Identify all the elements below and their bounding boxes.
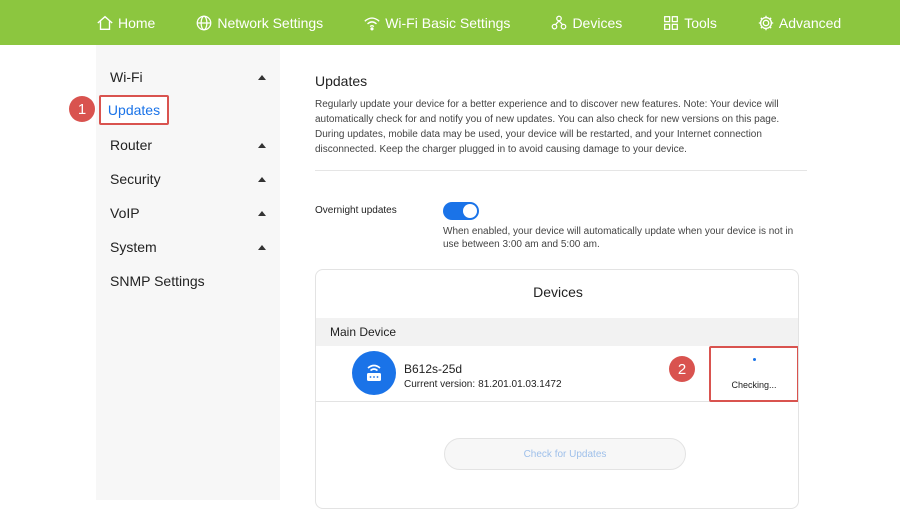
tools-icon <box>664 15 679 30</box>
update-status-text: Checking... <box>731 380 777 390</box>
gear-icon <box>758 15 774 30</box>
toggle-knob <box>463 204 477 218</box>
sidebar-item-system-label: System <box>110 239 157 255</box>
annotation-badge-1: 1 <box>69 96 95 122</box>
device-row: B612s-25d Current version: 81.201.01.03.1… <box>316 346 798 402</box>
device-version-label: Current version: <box>404 379 476 390</box>
nav-tools[interactable]: Tools <box>662 0 717 45</box>
check-for-updates-button[interactable]: Check for Updates <box>444 438 686 470</box>
sidebar-item-snmp-settings-label: SNMP Settings <box>110 273 205 289</box>
device-name: B612s-25d <box>404 362 463 376</box>
sidebar-item-router-label: Router <box>110 137 153 153</box>
sidebar-item-wifi[interactable]: Wi-Fi <box>110 64 272 90</box>
nav-home-label: Home <box>118 14 156 31</box>
main-device-header: Main Device <box>316 318 798 346</box>
home-icon <box>97 15 113 30</box>
nav-wifi-basic-settings[interactable]: Wi-Fi Basic Settings <box>363 0 510 45</box>
nav-advanced-label: Advanced <box>778 14 842 31</box>
sidebar-item-system[interactable]: System <box>110 234 272 260</box>
nav-home[interactable]: Home <box>96 0 155 45</box>
loading-spinner-icon <box>753 358 756 361</box>
globe-icon <box>196 15 212 30</box>
update-status: Checking... <box>709 346 798 402</box>
chevron-up-icon <box>258 244 266 250</box>
chevron-up-icon <box>258 176 266 182</box>
sidebar-item-voip-label: VoIP <box>110 205 140 221</box>
sidebar-item-security-label: Security <box>110 171 161 187</box>
sidebar-item-router[interactable]: Router <box>110 132 272 158</box>
nav-wifi-basic-settings-label: Wi-Fi Basic Settings <box>385 14 511 31</box>
overnight-updates-description: When enabled, your device will automatic… <box>443 226 794 250</box>
nav-network-settings-label: Network Settings <box>217 14 324 31</box>
devices-icon <box>552 15 567 29</box>
sidebar-item-voip[interactable]: VoIP <box>110 200 272 226</box>
updates-description: Regularly update your device for a bette… <box>315 99 780 155</box>
page-title: Updates <box>315 73 368 89</box>
nav-devices-label: Devices <box>572 14 623 31</box>
sidebar-item-security[interactable]: Security <box>110 166 272 192</box>
device-version: Current version: 81.201.01.03.1472 <box>404 379 562 390</box>
wifi-icon <box>364 16 380 30</box>
chevron-up-icon <box>258 74 266 80</box>
sidebar-item-wifi-label: Wi-Fi <box>110 69 143 85</box>
nav-tools-label: Tools <box>684 14 717 31</box>
divider <box>315 170 807 171</box>
sidebar: Wi-Fi Updates Router Security VoIP Syste… <box>96 45 280 500</box>
annotation-badge-2: 2 <box>669 356 695 382</box>
nav-devices[interactable]: Devices <box>550 0 622 45</box>
devices-card: Devices Main Device B612s-25d Current ve… <box>315 269 799 509</box>
router-icon <box>352 351 396 395</box>
sidebar-item-updates[interactable]: Updates <box>99 95 169 125</box>
sidebar-item-updates-label: Updates <box>107 102 161 118</box>
nav-advanced[interactable]: Advanced <box>757 0 841 45</box>
overnight-updates-label: Overnight updates <box>315 205 397 216</box>
chevron-up-icon <box>258 210 266 216</box>
device-version-value: 81.201.01.03.1472 <box>478 379 562 390</box>
sidebar-item-snmp-settings[interactable]: SNMP Settings <box>110 268 272 294</box>
chevron-up-icon <box>258 142 266 148</box>
nav-network-settings[interactable]: Network Settings <box>195 0 323 45</box>
overnight-updates-toggle[interactable] <box>443 202 479 220</box>
devices-title: Devices <box>533 284 583 300</box>
top-navigation: Home Network Settings Wi-Fi Basic Settin… <box>0 0 900 45</box>
main-device-label: Main Device <box>330 325 397 339</box>
